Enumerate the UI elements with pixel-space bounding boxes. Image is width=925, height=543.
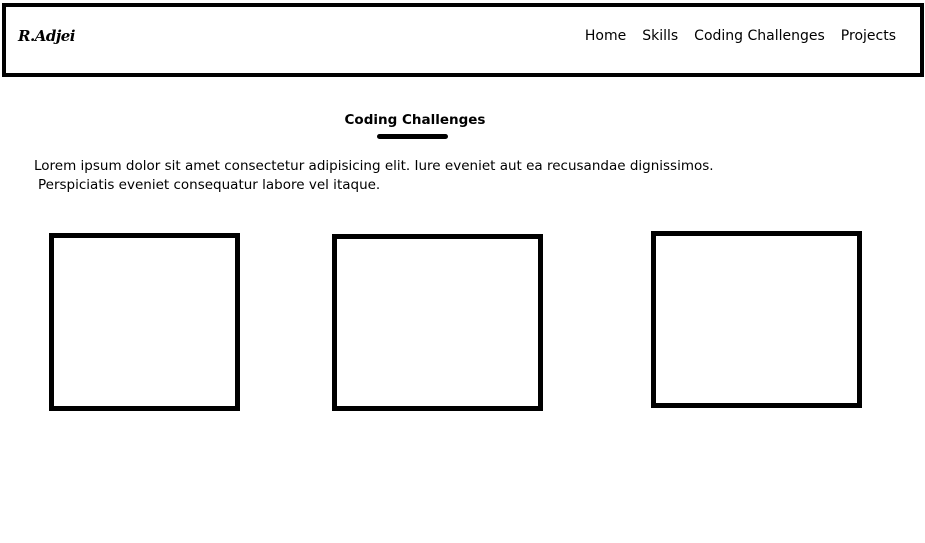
nav-skills-link[interactable]: Skills	[642, 28, 678, 44]
top-navbar: R.Adjei Home Skills Coding Challenges Pr…	[2, 3, 924, 77]
challenge-card-3[interactable]	[651, 231, 862, 408]
nav-projects-link[interactable]: Projects	[841, 28, 896, 44]
site-logo[interactable]: R.Adjei	[18, 27, 75, 45]
description-line-1: Lorem ipsum dolor sit amet consectetur a…	[34, 158, 714, 174]
challenge-card-1[interactable]	[49, 233, 240, 411]
main-navigation: Home Skills Coding Challenges Projects	[585, 28, 896, 44]
nav-coding-challenges-link[interactable]: Coding Challenges	[694, 28, 825, 44]
title-underline	[377, 134, 448, 139]
challenge-card-2[interactable]	[332, 234, 543, 411]
section-description: Lorem ipsum dolor sit amet consectetur a…	[34, 157, 714, 195]
description-line-2: Perspiciatis eveniet consequatur labore …	[38, 177, 381, 193]
nav-home-link[interactable]: Home	[585, 28, 626, 44]
section-title: Coding Challenges	[344, 112, 486, 128]
